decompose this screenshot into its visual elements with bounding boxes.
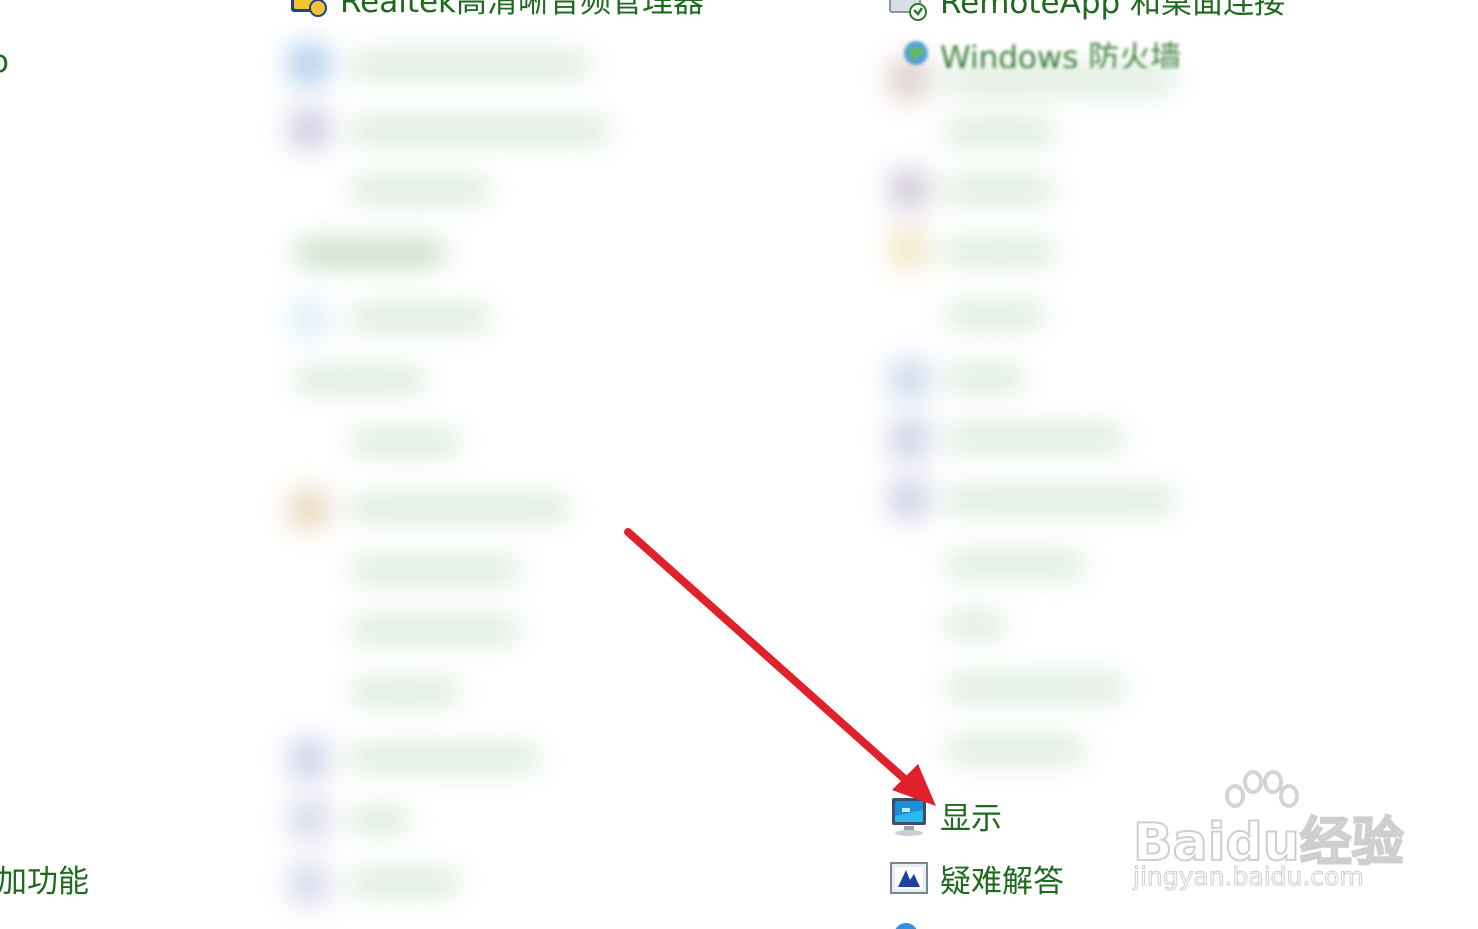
- left-edge-fragment-bottom[interactable]: 加功能: [0, 862, 89, 902]
- troubleshoot-link[interactable]: 疑难解答: [940, 862, 1064, 902]
- left-edge-fragment-top: o: [0, 42, 9, 82]
- remoteapp-desktop-connection-link[interactable]: RemoteApp 和桌面连接: [940, 0, 1285, 23]
- control-panel-page: o 加功能: [0, 0, 1478, 929]
- globe-icon: [904, 41, 928, 65]
- watermark-url: jingyan.baidu.com: [1133, 862, 1365, 892]
- windows-partial-link[interactable]: Windows 防火墙: [940, 38, 1181, 68]
- realtek-audio-icon: [290, 0, 328, 20]
- blurred-left-column: [255, 20, 725, 929]
- partial-globe-icon: [895, 923, 917, 929]
- remote-desktop-icon: [888, 0, 927, 22]
- display-link[interactable]: 显示: [940, 799, 1002, 839]
- troubleshoot-icon: [890, 860, 928, 898]
- monitor-icon: [890, 796, 928, 836]
- realtek-audio-manager-link[interactable]: Realtek高清晰音频管理器: [340, 0, 704, 22]
- windows-partial-item[interactable]: Windows 防火墙: [895, 38, 1195, 68]
- blurred-right-column: [860, 50, 1230, 780]
